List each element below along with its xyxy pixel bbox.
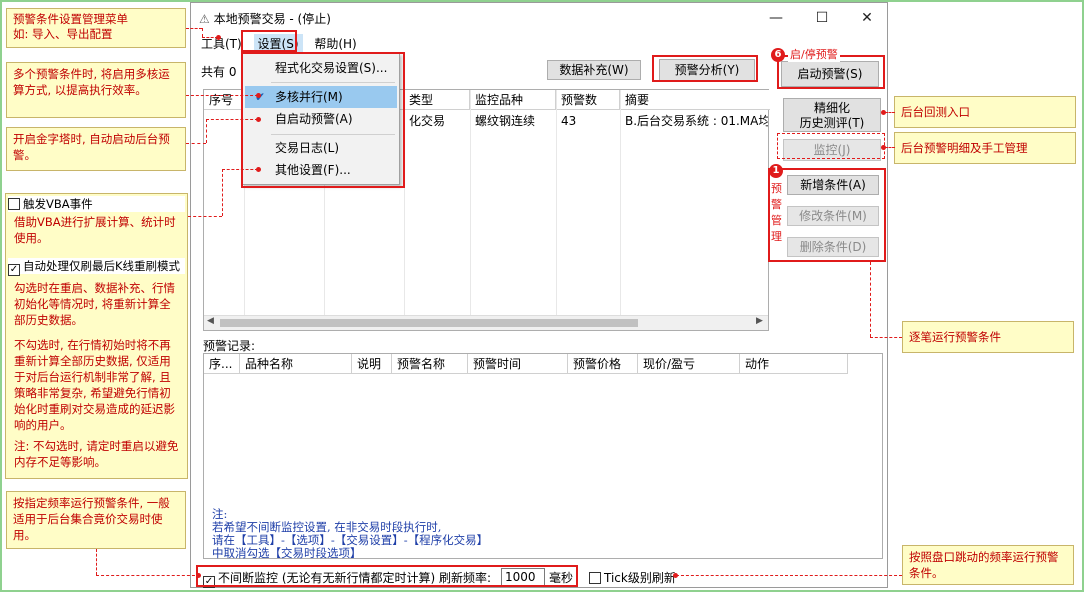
connector-line (222, 169, 258, 170)
window-title: ⚠ 本地预警交易 - (停止) (199, 12, 331, 26)
col-header[interactable]: 预警名称 (392, 354, 468, 374)
continuous-highlight (196, 565, 578, 587)
callout-frequency: 按指定频率运行预警条件, 一般适用于后台集合竟价交易时使用。 (6, 491, 186, 549)
horizontal-scrollbar[interactable]: ◀ ▶ (204, 315, 768, 330)
connector-line (186, 143, 206, 144)
callout-backtest: 后台回测入口 (894, 96, 1076, 128)
col-header[interactable]: 说明 (352, 354, 392, 374)
records-note: 注: 若希望不间断监控设置, 在非交易时段执行时, 请在【工具】-【选项】-【交… (212, 507, 489, 560)
records-table: 序... 品种名称 说明 预警名称 预警时间 预警价格 现价/盈亏 动作 注: … (203, 353, 883, 560)
col-header[interactable]: 摘要 (620, 90, 770, 110)
col-header[interactable]: 预警数 (556, 90, 620, 110)
connector-line (188, 216, 222, 217)
connector-line (676, 575, 902, 576)
connector-dot (881, 145, 886, 150)
minimize-button[interactable]: — (756, 5, 796, 31)
badge-start: 6 (771, 48, 785, 62)
row-alert-count: 43 (561, 114, 577, 128)
connector-dot (256, 93, 261, 98)
auto-process-note: 注: 不勾选时, 请定时重启以避免内存不足等影响。 (14, 439, 179, 469)
row-type: 化交易 (409, 114, 446, 128)
col-header[interactable]: 类型 (404, 90, 470, 110)
connector-dot (196, 573, 201, 578)
close-button[interactable]: ✕ (847, 5, 887, 31)
row-symbol: 螺纹钢连续 (475, 114, 536, 128)
dropdown-highlight (241, 52, 405, 188)
col-header[interactable]: 序号 (204, 90, 244, 110)
vba-option[interactable]: 触发VBA事件 (8, 196, 185, 212)
col-header[interactable]: 动作 (740, 354, 848, 374)
left-option-panel: 触发VBA事件 借助VBA进行扩展计算、统计时使用。 ✓ 自动处理仅刷最后K线重刷… (5, 193, 188, 479)
auto-process-option[interactable]: ✓ 自动处理仅刷最后K线重刷模式 (8, 258, 185, 276)
tick-refresh-option[interactable]: Tick级别刷新 (589, 569, 676, 587)
data-supplement-button[interactable]: 数据补充(W) (547, 60, 641, 80)
connector-dot (216, 35, 221, 40)
scroll-thumb[interactable] (220, 319, 638, 327)
scroll-right-icon[interactable]: ▶ (756, 316, 763, 326)
col-header[interactable]: 品种名称 (240, 354, 352, 374)
connector-line (186, 28, 202, 29)
connector-line (206, 119, 207, 143)
records-label: 预警记录: (203, 339, 256, 353)
monitor-highlight (777, 133, 885, 159)
callout-detail: 后台预警明细及手工管理 (894, 132, 1076, 164)
connector-line (885, 147, 895, 148)
connector-line (96, 575, 200, 576)
start-stop-label: 启/停预警 (788, 46, 840, 62)
vba-description: 借助VBA进行扩展计算、统计时使用。 (14, 215, 176, 245)
callout-autostart: 开启金字塔时, 自动启动后台预警。 (6, 127, 186, 171)
auto-process-desc-unchecked: 不勾选时, 在行情初始时将不再重新计算全部历史数据, 仅适用于对后台运行机制非常… (14, 338, 175, 432)
connector-line (206, 119, 258, 120)
badge-management: 1 (769, 164, 783, 178)
connector-line (96, 549, 97, 575)
connector-line (870, 262, 871, 337)
callout-tick-frequency: 按照盘口跳动的频率运行预警条件。 (902, 545, 1074, 585)
connector-dot (881, 110, 886, 115)
scroll-left-icon[interactable]: ◀ (207, 316, 214, 326)
connector-line (870, 337, 902, 338)
vba-checkbox[interactable] (8, 198, 20, 210)
connector-line (885, 112, 895, 113)
col-header[interactable]: 监控品种 (470, 90, 556, 110)
col-header[interactable]: 预警时间 (468, 354, 568, 374)
backtest-button[interactable]: 精细化 历史测评(T) (783, 98, 881, 132)
row-summary: B.后台交易系统 : 01.MA均 (625, 114, 768, 128)
tick-checkbox[interactable] (589, 572, 601, 584)
auto-process-desc-checked: 勾选时在重启、数据补充、行情初始化等情况时, 将重新计算全部历史数据。 (14, 281, 175, 327)
connector-dot (256, 117, 261, 122)
management-highlight (768, 168, 886, 262)
connector-line (186, 95, 258, 96)
management-label: 预警管理 (771, 181, 783, 245)
callout-by-strip: 逐笔运行预警条件 (902, 321, 1074, 353)
condition-count: 共有 0 (201, 65, 237, 79)
col-header[interactable]: 序... (204, 354, 240, 374)
connector-line (222, 169, 223, 216)
menu-help[interactable]: 帮助(H) (310, 34, 360, 54)
connector-dot (256, 167, 261, 172)
app-icon: ⚠ (199, 12, 210, 26)
auto-process-checkbox[interactable]: ✓ (8, 264, 20, 276)
connector-dot (673, 573, 678, 578)
settings-menu-highlight (241, 30, 297, 52)
callout-menu-management: 预警条件设置管理菜单 如: 导入、导出配置 (6, 8, 186, 48)
col-header[interactable]: 现价/盈亏 (638, 354, 740, 374)
analysis-highlight (652, 55, 758, 82)
callout-multicore: 多个预警条件时, 将启用多核运算方式, 以提高执行效率。 (6, 62, 186, 118)
connector-line (202, 28, 203, 37)
maximize-button[interactable]: ☐ (802, 5, 842, 31)
col-header[interactable]: 预警价格 (568, 354, 638, 374)
